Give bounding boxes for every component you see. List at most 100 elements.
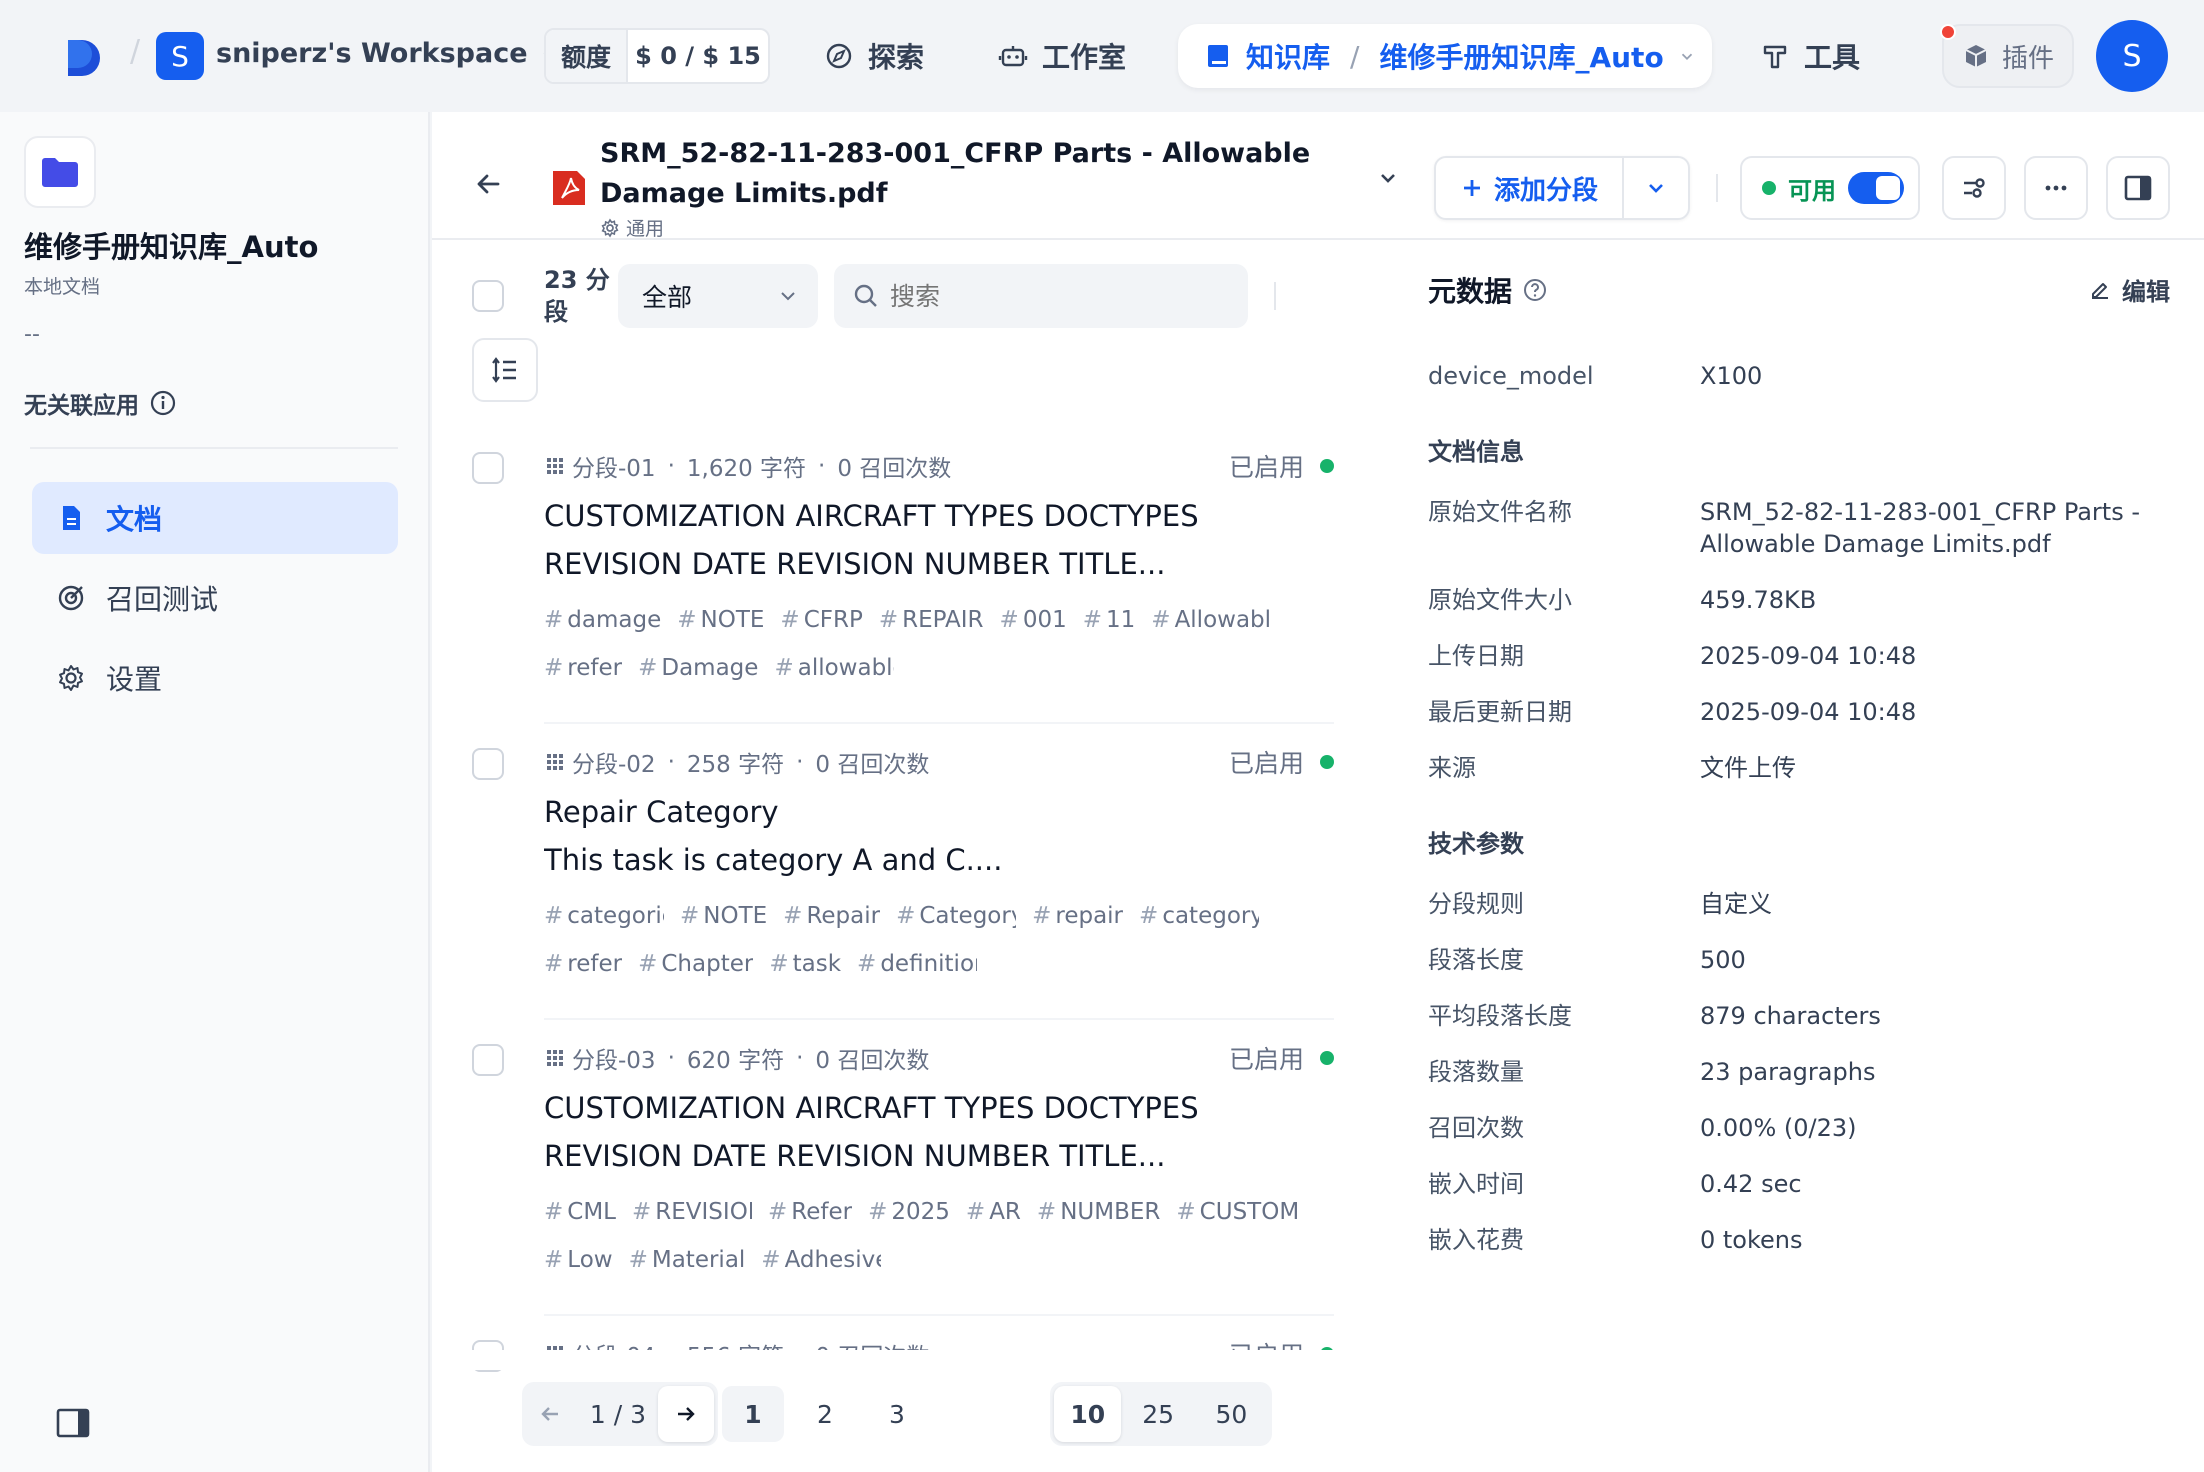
kb-sidebar: 维修手册知识库_Auto 本地文档 -- 无关联应用 文档 召回测试 设置 xyxy=(0,112,430,1472)
nav-explore-label: 探索 xyxy=(868,41,925,74)
segment-checkbox[interactable] xyxy=(472,1044,504,1076)
segment-char-count: 620 字符 xyxy=(686,1048,785,1074)
metadata-row: 原始文件名称 SRM_52-82-11-283-001_CFRP Parts - … xyxy=(1428,496,2168,560)
kb-icon xyxy=(24,136,96,208)
segment-card[interactable]: 分段-03 · 620 字符 · 0 召回次数 已启用 CUSTOMIZATION AIRC… xyxy=(544,1040,1334,1284)
user-avatar[interactable]: S xyxy=(2096,20,2168,92)
workspace-switcher[interactable]: sniperz's Workspace xyxy=(216,38,559,69)
metadata-value: 2025-09-04 10:48 xyxy=(1700,642,1917,670)
nav-separator: / xyxy=(130,34,141,69)
segment-content: CUSTOMIZATION AIRCRAFT TYPES DOCTYPES REV… xyxy=(544,492,1334,588)
keyword-text: Repair xyxy=(806,903,881,929)
select-all-checkbox[interactable] xyxy=(472,280,504,312)
page-size-10[interactable]: 10 xyxy=(1054,1386,1122,1442)
availability-toggle[interactable] xyxy=(1848,172,1904,204)
gear-icon xyxy=(59,665,83,691)
status-filter-select[interactable]: 全部 xyxy=(618,264,818,328)
collapse-sidebar-icon[interactable] xyxy=(56,1408,90,1438)
quota-indicator[interactable]: 额度 $ 0 / $ 15 xyxy=(544,28,770,84)
chevron-down-icon[interactable] xyxy=(1374,164,1402,192)
panel-right-icon xyxy=(2124,175,2152,201)
keyword-tag: # REPAIR xyxy=(878,607,984,633)
pdf-file-icon xyxy=(553,171,585,205)
status-dot xyxy=(1762,181,1776,195)
back-arrow-icon[interactable] xyxy=(472,168,504,200)
quota-label: 额度 xyxy=(546,30,628,82)
linked-apps[interactable]: 无关联应用 xyxy=(24,386,177,420)
page-size-50[interactable]: 50 xyxy=(1195,1386,1268,1442)
more-button[interactable] xyxy=(2024,156,2088,220)
folder-icon xyxy=(42,158,78,187)
metadata-row: 最后更新日期 2025-09-04 10:48 xyxy=(1428,696,2168,728)
notification-dot xyxy=(1940,24,1956,40)
segment-settings-button[interactable] xyxy=(1942,156,2006,220)
keyword-row: #CML #REVISION #Refer #2025 #AR #NUMBER #CUSTO… xyxy=(544,1188,1334,1236)
help-icon[interactable] xyxy=(1522,277,1548,303)
chevron-down-icon xyxy=(1681,53,1692,60)
workspace-avatar[interactable]: S xyxy=(156,32,204,80)
top-navigation: / S sniperz's Workspace 额度 $ 0 / $ 15 探索… xyxy=(0,0,2204,112)
keyword-text: refer xyxy=(567,655,623,681)
next-page-button[interactable] xyxy=(658,1386,714,1442)
document-icon xyxy=(63,506,80,530)
availability-label: 可用 xyxy=(1788,176,1836,205)
segment-checkbox[interactable] xyxy=(472,748,504,780)
nav-knowledge-active[interactable]: 知识库 / 维修手册知识库_Auto xyxy=(1178,24,1712,88)
keyword-tag: # Damage xyxy=(638,655,759,681)
segment-card[interactable]: 分段-01 · 1,620 字符 · 0 召回次数 已启用 CUSTOMIZATION AI… xyxy=(544,448,1334,692)
info-icon[interactable] xyxy=(149,389,177,417)
metadata-value: 0.42 sec xyxy=(1700,1170,1802,1198)
metadata-value: X100 xyxy=(1700,362,1763,390)
display-mode-button[interactable] xyxy=(472,338,538,402)
segment-checkbox[interactable] xyxy=(472,452,504,484)
document-mode-label: 通用 xyxy=(626,218,665,240)
search-input[interactable] xyxy=(890,281,1230,311)
search-field[interactable] xyxy=(834,264,1248,328)
keyword-text: Damage xyxy=(661,655,759,681)
segment-content: CUSTOMIZATION AIRCRAFT TYPES DOCTYPES REV… xyxy=(544,1084,1334,1180)
segment-card[interactable]: 分段-02 · 258 字符 · 0 召回次数 已启用 Repair Category Thi… xyxy=(544,744,1334,988)
sidebar-divider xyxy=(30,447,398,449)
segment-status-label: 已启用 xyxy=(1228,453,1304,482)
keyword-text: categories xyxy=(567,903,664,929)
gear-icon xyxy=(601,218,619,237)
keyword-tag: # damage xyxy=(544,607,662,633)
keyword-text: CUSTOM xyxy=(1199,1199,1300,1225)
nav-studio[interactable]: 工作室 xyxy=(998,30,1126,82)
page-button-3[interactable]: 3 xyxy=(866,1386,928,1442)
keyword-tag: # Chapter xyxy=(638,951,754,977)
status-dot xyxy=(1320,755,1334,769)
sidebar-item-retrieval-test[interactable]: 召回测试 xyxy=(32,562,398,634)
metadata-key: 嵌入时间 xyxy=(1428,1170,1524,1198)
keyword-tag: # refer xyxy=(544,951,623,977)
prev-page-button[interactable] xyxy=(522,1386,578,1442)
metadata-row: 嵌入时间 0.42 sec xyxy=(1428,1168,2168,1200)
metadata-row: 来源 文件上传 xyxy=(1428,752,2168,784)
toggle-metadata-panel-button[interactable] xyxy=(2106,156,2170,220)
segment-divider xyxy=(544,1314,1334,1316)
keyword-tag: #001 xyxy=(999,607,1067,633)
edit-metadata-button[interactable]: 编辑 xyxy=(2088,272,2170,307)
plugins-button[interactable]: 插件 xyxy=(1942,24,2074,88)
nav-tools[interactable]: 工具 xyxy=(1760,30,1860,82)
page-button-2[interactable]: 2 xyxy=(794,1386,856,1442)
nav-explore[interactable]: 探索 xyxy=(824,30,924,82)
sidebar-item-documents[interactable]: 文档 xyxy=(32,482,398,554)
add-segment-button[interactable]: 添加分段 xyxy=(1436,158,1624,218)
metadata-key: 上传日期 xyxy=(1428,642,1524,670)
hammer-icon xyxy=(1763,45,1787,69)
search-icon xyxy=(854,284,877,307)
sidebar-item-settings[interactable]: 设置 xyxy=(32,642,398,714)
app-logo[interactable] xyxy=(62,36,110,80)
add-segment-label: 添加分段 xyxy=(1493,175,1598,206)
metadata-key: 原始文件大小 xyxy=(1428,586,1572,614)
keyword-row: # Low # Material # Adhesive xyxy=(544,1236,1334,1284)
segment-id: 分段-02 xyxy=(572,752,656,778)
page-size-25[interactable]: 25 xyxy=(1121,1386,1194,1442)
segment-hit-count: 0 召回次数 xyxy=(815,752,930,778)
page-button-1[interactable]: 1 xyxy=(722,1386,784,1442)
keyword-tag: # repair xyxy=(1032,903,1124,929)
segment-content-line: CUSTOMIZATION AIRCRAFT TYPES DOCTYPES xyxy=(544,499,1199,533)
keyword-tag: # CML xyxy=(544,1199,616,1225)
add-segment-dropdown[interactable] xyxy=(1624,176,1688,200)
